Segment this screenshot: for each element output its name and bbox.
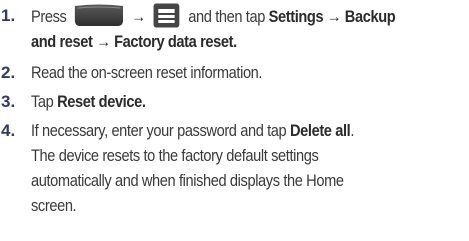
step-number: 2. [1, 63, 16, 82]
step-text-reset-device: Reset device. [57, 92, 146, 111]
step-4: 4. If necessary, enter your password and… [0, 118, 469, 230]
step-text: Press → and then tap Settings → Backup a… [31, 3, 408, 54]
step-text-factory-reset: and reset → Factory data reset. [31, 32, 237, 51]
step-text-enter-password: If necessary, enter your password and ta… [31, 121, 287, 140]
step-text-press: Press [31, 7, 67, 26]
step-number: 3. [1, 92, 16, 111]
step-text-period: . [350, 121, 354, 140]
step-1: 1. Press → and then tap Settings → Backu… [0, 3, 469, 55]
arrow-glyph: → [131, 7, 146, 26]
step-text-settings-backup: Settings → Backup [268, 7, 396, 26]
step-text: If necessary, enter your password and ta… [31, 118, 408, 218]
step-text-tap: Tap [31, 92, 54, 111]
step-number: 4. [1, 121, 16, 140]
step-number: 1. [1, 6, 16, 25]
step-text-line-4: screen. [31, 196, 77, 215]
step-text-then-tap: and then tap [188, 7, 265, 26]
step-2: 2. Read the on-screen reset information. [0, 60, 469, 85]
home-key-icon [74, 3, 124, 28]
step-text-delete-all: Delete all [289, 121, 351, 140]
step-3: 3. Tap Reset device. [0, 89, 469, 114]
step-text: Tap Reset device. [31, 89, 408, 114]
step-text: Read the on-screen reset information. [31, 63, 263, 82]
step-text-line-3: automatically and when finished displays… [31, 171, 344, 190]
instruction-document: 1. Press → and then tap Settings → Backu… [0, 0, 469, 241]
menu-key-icon [153, 3, 180, 28]
step-text-line-2: The device resets to the factory default… [31, 146, 319, 165]
